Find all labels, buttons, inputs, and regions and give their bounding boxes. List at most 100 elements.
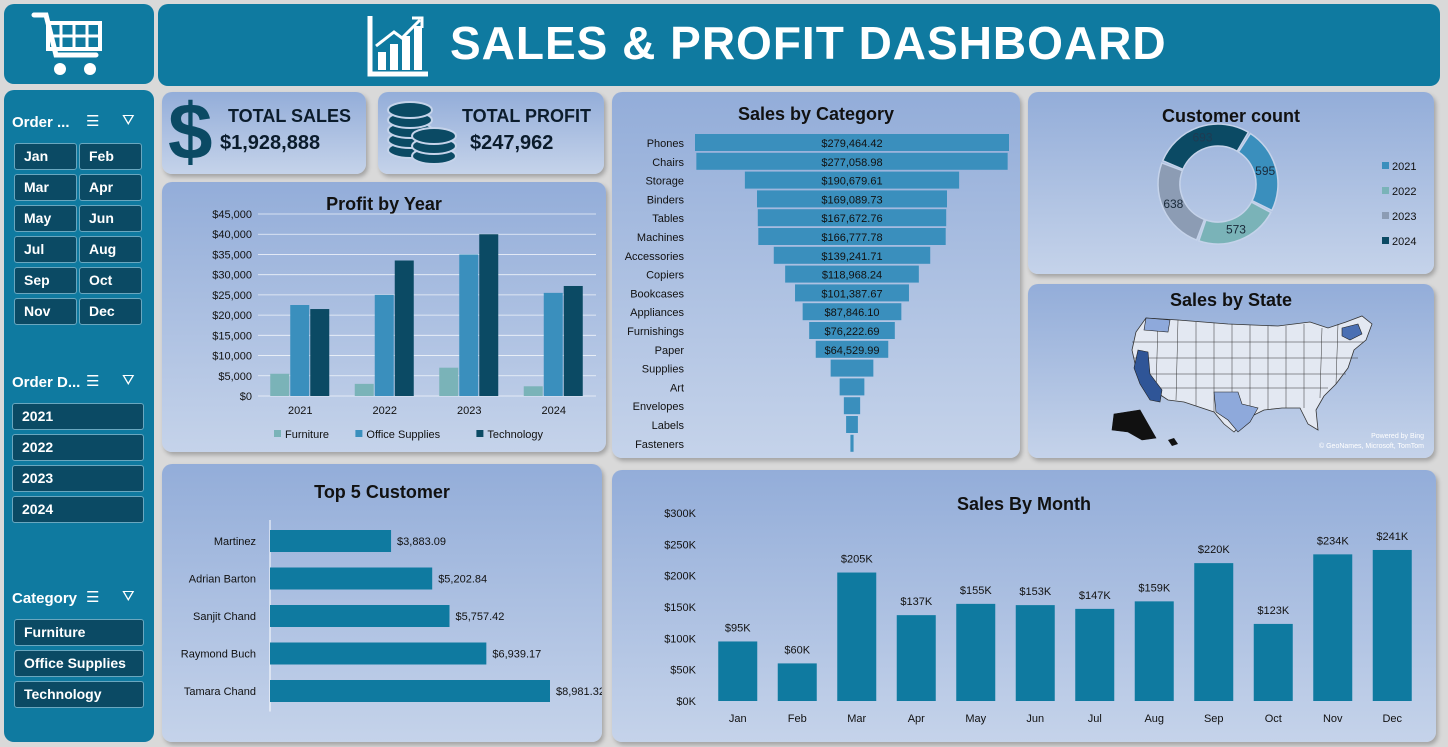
clear-filter-icon[interactable]: ⛛ [122, 112, 135, 129]
slicer-month-jul[interactable]: Jul [14, 236, 77, 263]
slicer-month-jan[interactable]: Jan [14, 143, 77, 170]
month-bar-apr [896, 615, 936, 701]
y-tick-label: $300K [664, 508, 696, 520]
slicer-title-order-month: Order ... [12, 114, 70, 131]
funnel-bar-art [839, 378, 865, 396]
slicer-month-jun[interactable]: Jun [79, 205, 142, 232]
map-credit-geonames: © GeoNames, Microsoft, TomTom [1319, 442, 1424, 450]
legend-label: 2022 [1392, 186, 1416, 198]
multi-select-icon[interactable]: ☰ [86, 588, 99, 606]
month-bar-may [956, 603, 996, 701]
kpi-profit-value: $247,962 [470, 132, 554, 154]
slicer-year-2024[interactable]: 2024 [12, 496, 144, 523]
data-label: $60K [784, 644, 810, 656]
slicer-month-may[interactable]: May [14, 205, 77, 232]
customer-bar-adrian-barton [270, 567, 433, 590]
slicer-panel: Order ... ☰ ⛛ Order D... ☰ ⛛ Category ☰ … [4, 90, 154, 742]
x-tick-label: Sep [1204, 713, 1224, 725]
donut-data-label: 595 [1255, 164, 1275, 178]
slicer-month-apr[interactable]: Apr [79, 174, 142, 201]
x-tick-label: Mar [847, 713, 866, 725]
kpi-total-profit-card: TOTAL PROFIT $247,962 [378, 92, 604, 174]
month-bar-dec [1372, 549, 1412, 701]
slicer-year-2021[interactable]: 2021 [12, 403, 144, 430]
y-tick-label: $10,000 [212, 351, 252, 363]
slicer-month-mar[interactable]: Mar [14, 174, 77, 201]
slicer-category-technology[interactable]: Technology [14, 681, 144, 708]
bar-technology-2021 [310, 309, 330, 396]
customer-label: Adrian Barton [189, 574, 256, 586]
state-hawaii [1168, 438, 1178, 446]
category-label: Accessories [625, 251, 685, 263]
us-map[interactable]: Powered by Bing © GeoNames, Microsoft, T… [1028, 284, 1434, 458]
data-label: $3,883.09 [397, 536, 446, 548]
slicer-category-furniture[interactable]: Furniture [14, 619, 144, 646]
data-label: $139,241.71 [821, 251, 882, 263]
slicer-month-sep[interactable]: Sep [14, 267, 77, 294]
x-tick-label: Apr [908, 713, 925, 725]
category-label: Binders [647, 194, 685, 206]
category-label: Tables [652, 213, 684, 225]
legend-label: 2024 [1392, 236, 1416, 248]
customer-label: Martinez [214, 536, 256, 548]
x-tick-label: Feb [788, 713, 807, 725]
y-tick-label: $0 [240, 391, 252, 403]
donut-data-label: 573 [1226, 223, 1246, 237]
multi-select-icon[interactable]: ☰ [86, 112, 99, 130]
slicer-month-aug[interactable]: Aug [79, 236, 142, 263]
sales-by-month-card: Sales By Month $0K $50K $100K $150K $200K $25… [612, 470, 1436, 742]
bar-technology-2022 [394, 260, 414, 396]
month-bar-jul [1075, 608, 1115, 701]
category-label: Art [670, 382, 684, 394]
state-washington [1143, 317, 1171, 333]
slicer-year-2022[interactable]: 2022 [12, 434, 144, 461]
y-tick-label: $40,000 [212, 229, 252, 241]
slicer-year-2023[interactable]: 2023 [12, 465, 144, 492]
data-label: $167,672.76 [821, 213, 882, 225]
customer-bar-sanjit-chand [270, 605, 450, 627]
y-tick-label: $25,000 [212, 290, 252, 302]
y-tick-label: $150K [664, 602, 696, 614]
category-label: Appliances [630, 307, 684, 319]
sales-by-category-card: Sales by Category Phones $279,464.42 Chair… [612, 92, 1020, 458]
clear-filter-icon[interactable]: ⛛ [122, 372, 135, 389]
data-label: $64,529.99 [824, 345, 879, 357]
slicer-month-feb[interactable]: Feb [79, 143, 142, 170]
bar-furniture-2023 [439, 367, 459, 396]
slicer-month-nov[interactable]: Nov [14, 298, 77, 325]
coins-icon [387, 101, 457, 165]
bar-office-supplies-2024 [543, 292, 563, 396]
legend-swatch-2023 [1382, 212, 1389, 219]
slicer-category-office-supplies[interactable]: Office Supplies [14, 650, 144, 677]
category-label: Fasteners [635, 439, 684, 451]
bar-furniture-2024 [523, 386, 543, 396]
bar-technology-2023 [479, 234, 499, 396]
data-label: $279,464.42 [821, 138, 882, 150]
sales-by-state-card[interactable]: Sales by State Powered by Bing © GeoName… [1028, 284, 1434, 458]
slicer-month-oct[interactable]: Oct [79, 267, 142, 294]
month-bar-sep [1194, 563, 1234, 701]
kpi-sales-label: TOTAL SALES [228, 106, 352, 126]
header-bar: SALES & PROFIT DASHBOARD [158, 4, 1440, 86]
customer-bar-raymond-buch [270, 642, 487, 665]
bar-furniture-2022 [354, 383, 374, 396]
profit-by-year-chart: $0 $5,000 $10,000 $15,000 $20,000 $25,000 $30,… [212, 209, 596, 441]
slicer-month-dec[interactable]: Dec [79, 298, 142, 325]
category-label: Supplies [642, 364, 685, 376]
legend-label: Technology [487, 429, 543, 441]
clear-filter-icon[interactable]: ⛛ [122, 588, 135, 605]
y-tick-label: $20,000 [212, 310, 252, 322]
kpi-profit-label: TOTAL PROFIT [462, 106, 591, 126]
x-tick-label: Jun [1026, 713, 1044, 725]
shopping-cart-icon [31, 12, 102, 75]
data-label: $5,202.84 [438, 574, 487, 586]
multi-select-icon[interactable]: ☰ [86, 372, 99, 390]
bar-furniture-2021 [270, 373, 290, 396]
data-label: $220K [1198, 544, 1230, 556]
customer-bar-martinez [270, 530, 392, 552]
data-label: $190,679.61 [821, 176, 882, 188]
category-label: Machines [637, 232, 685, 244]
legend-swatch-office-supplies [355, 430, 363, 437]
kpi-total-sales-card: $ TOTAL SALES $1,928,888 [162, 88, 366, 176]
y-tick-label: $30,000 [212, 270, 252, 282]
